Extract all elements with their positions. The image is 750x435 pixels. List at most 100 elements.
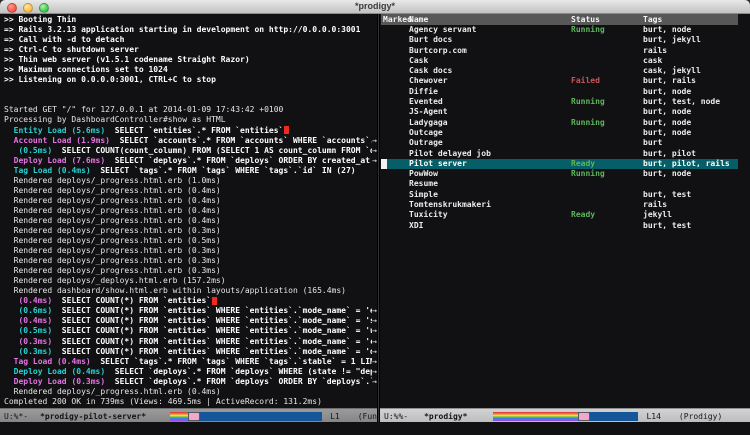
process-name: Cask docs — [409, 66, 452, 76]
process-row[interactable]: PowWowRunningburt, node — [381, 169, 738, 179]
nyan-cat-icon — [578, 412, 590, 421]
log-line — [0, 85, 377, 95]
log-line-text: => Rails 3.2.13 application starting in … — [4, 25, 360, 35]
process-name: Chewover — [409, 76, 448, 86]
process-tags: burt, node — [643, 107, 691, 117]
process-name: Outcage — [409, 128, 443, 138]
log-line: (0.5ms) SELECT COUNT(count_column) FROM … — [0, 146, 377, 156]
process-tags: burt, node — [643, 118, 691, 128]
column-header-status: Status — [571, 14, 600, 25]
log-line: Deploy Load (0.4ms) SELECT `deploys`.* F… — [0, 367, 377, 377]
log-line-text: Completed 200 OK in 739ms (Views: 469.5m… — [4, 397, 322, 407]
process-row[interactable]: Outcage burt, node — [381, 128, 738, 138]
process-row[interactable]: Diffieburt, node — [381, 87, 738, 97]
process-row[interactable]: Burtcorp.com rails — [381, 46, 738, 56]
process-row[interactable]: EventedRunningburt, test, node — [381, 97, 738, 107]
red-escape-block — [212, 297, 217, 305]
log-line-text: Deploy Load (0.4ms) SELECT `deploys`.* F… — [4, 367, 372, 377]
log-line: Deploy Load (0.3ms) SELECT `deploys`.* F… — [0, 377, 377, 387]
log-line: (0.3ms) SELECT COUNT(*) FROM `entities` … — [0, 347, 377, 357]
log-line: Rendered deploys/_progress.html.erb (0.3… — [0, 246, 377, 256]
process-name: Tuxicity — [409, 210, 448, 220]
log-line-text: Rendered deploys/_progress.html.erb (0.3… — [4, 256, 221, 266]
log-line: Rendered deploys/_progress.html.erb (0.4… — [0, 216, 377, 226]
process-name: Pilot server — [409, 159, 467, 169]
process-row[interactable]: Cask docs cask, jekyll — [381, 66, 738, 76]
process-status-badge: Failed — [571, 76, 600, 86]
process-name: Evented — [409, 97, 443, 107]
column-header-tags: Tags — [643, 14, 662, 25]
red-escape-block — [284, 126, 289, 134]
process-tags: burt, node — [643, 128, 691, 138]
log-line-text: Rendered deploys/_progress.html.erb (1.0… — [4, 176, 221, 186]
process-row[interactable]: TuxicityReadyjekyll — [381, 210, 738, 220]
log-line-text: Entity Load (5.6ms) SELECT `entities`.* … — [4, 126, 289, 136]
server-log-pane[interactable]: >> Booting Thin=> Rails 3.2.13 applicati… — [0, 15, 377, 408]
process-row[interactable]: Outrageburt — [381, 138, 738, 148]
prodigy-rows: Agency servantRunningburt, nodeBurt docs… — [381, 25, 750, 231]
zoom-button[interactable] — [39, 3, 49, 13]
close-button[interactable] — [7, 3, 17, 13]
log-line: >> Booting Thin — [0, 15, 377, 25]
log-line: Rendered deploys/_progress.html.erb (0.4… — [0, 206, 377, 216]
log-line: >> Maximum connections set to 1024 — [0, 65, 377, 75]
log-line: (0.4ms) SELECT COUNT(*) FROM `entities` … — [0, 316, 377, 326]
log-line: Rendered deploys/_progress.html.erb (1.0… — [0, 176, 377, 186]
line-number: L1 — [330, 412, 340, 421]
process-row[interactable]: Burt docsburt, jekyll — [381, 35, 738, 45]
process-row[interactable]: Resume — [381, 179, 738, 189]
log-line-text: Rendered dashboard/show.html.erb within … — [4, 286, 346, 296]
log-line: Rendered dashboard/show.html.erb within … — [0, 286, 377, 296]
log-line: Rendered deploys/_deploys.html.erb (157.… — [0, 276, 377, 286]
process-tags: jekyll — [643, 210, 672, 220]
process-tags: cask, jekyll — [643, 66, 701, 76]
process-name: Simple — [409, 190, 438, 200]
process-name: Ladygaga — [409, 118, 448, 128]
log-line-text: (0.3ms) SELECT COUNT(*) FROM `entities` … — [4, 347, 372, 357]
traffic-lights — [7, 3, 49, 13]
process-row[interactable]: Simpleburt, test — [381, 190, 738, 200]
log-line: (0.5ms) SELECT COUNT(*) FROM `entities` … — [0, 326, 377, 336]
process-tags: burt, node — [643, 25, 691, 35]
prodigy-pane[interactable]: Marked Name Status Tags Agency servantRu… — [381, 14, 750, 408]
process-row[interactable]: Pilot serverReadyburt, pilot, rails — [381, 159, 738, 169]
process-row[interactable]: Pilot delayed jobburt, pilot — [381, 149, 738, 159]
modeline-flags: U:%*- — [4, 412, 28, 421]
log-line-text: (0.4ms) SELECT COUNT(*) FROM `entities` … — [4, 316, 372, 326]
process-row[interactable]: Agency servantRunningburt, node — [381, 25, 738, 35]
process-row[interactable]: JS-Agentburt, node — [381, 107, 738, 117]
log-line: (0.4ms) SELECT COUNT(*) FROM `entities` — [0, 296, 377, 306]
process-status-badge: Ready — [571, 159, 595, 169]
process-row[interactable]: LadygagaRunningburt, node — [381, 118, 738, 128]
process-name: Cask — [409, 56, 428, 66]
log-line-text: Deploy Load (7.6ms) SELECT `deploys`.* F… — [4, 156, 372, 166]
process-name: Pilot delayed job — [409, 149, 491, 159]
log-line-text: Rendered deploys/_progress.html.erb (0.4… — [4, 206, 221, 216]
log-line: Entity Load (5.6ms) SELECT `entities`.* … — [0, 126, 377, 136]
process-name: Burtcorp.com — [409, 46, 467, 56]
nyan-rainbow-trail — [493, 412, 577, 421]
process-status-badge: Running — [571, 25, 605, 35]
log-line: Deploy Load (7.6ms) SELECT `deploys`.* F… — [0, 156, 377, 166]
log-line-text: Deploy Load (0.3ms) SELECT `deploys`.* F… — [4, 377, 372, 387]
process-row[interactable]: ChewoverFailedburt, rails — [381, 76, 738, 86]
process-status-badge: Running — [571, 169, 605, 179]
process-row[interactable]: XDIburt, test — [381, 221, 738, 231]
process-tags: rails — [643, 200, 667, 210]
log-line: Rendered deploys/_progress.html.erb (0.4… — [0, 387, 377, 397]
process-row[interactable]: Caskcask — [381, 56, 738, 66]
window-title: *prodigy* — [0, 0, 750, 13]
process-tags: burt, jekyll — [643, 35, 701, 45]
log-line-text: Rendered deploys/_progress.html.erb (0.4… — [4, 387, 221, 397]
echo-area[interactable] — [0, 422, 750, 435]
log-line-text: Tag Load (0.4ms) SELECT `tags`.* FROM `t… — [4, 166, 356, 176]
modeline-flags: U:%%- — [384, 412, 408, 421]
process-row[interactable]: Tomtenskrukmakerirails — [381, 200, 738, 210]
log-line-text: Tag Load (0.4ms) SELECT `tags`.* FROM `t… — [4, 357, 372, 367]
minimize-button[interactable] — [23, 3, 33, 13]
buffer-name: *prodigy* — [424, 412, 467, 421]
process-tags: rails — [643, 46, 667, 56]
log-line: Tag Load (0.4ms) SELECT `tags`.* FROM `t… — [0, 166, 377, 176]
log-line-text: >> Maximum connections set to 1024 — [4, 65, 168, 75]
log-line-text: Started GET "/" for 127.0.0.1 at 2014-01… — [4, 105, 283, 115]
